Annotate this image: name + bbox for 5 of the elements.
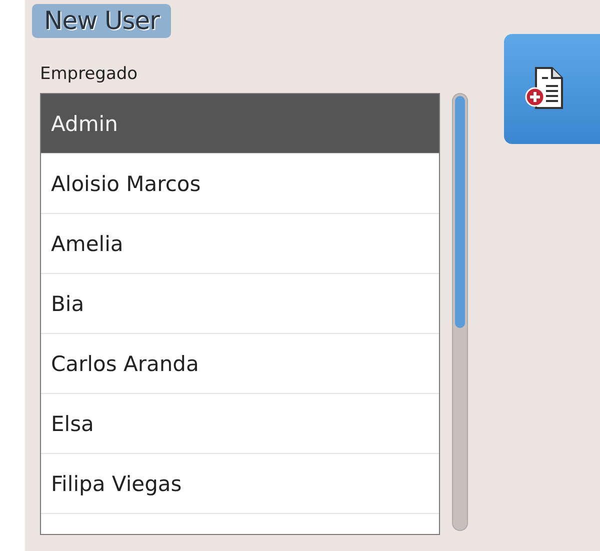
field-label: Empregado (40, 64, 139, 86)
add-document-button[interactable] (504, 34, 600, 144)
window-title: New User (32, 4, 172, 38)
scrollbar[interactable] (452, 93, 468, 531)
list-item[interactable]: Admin (41, 94, 439, 154)
